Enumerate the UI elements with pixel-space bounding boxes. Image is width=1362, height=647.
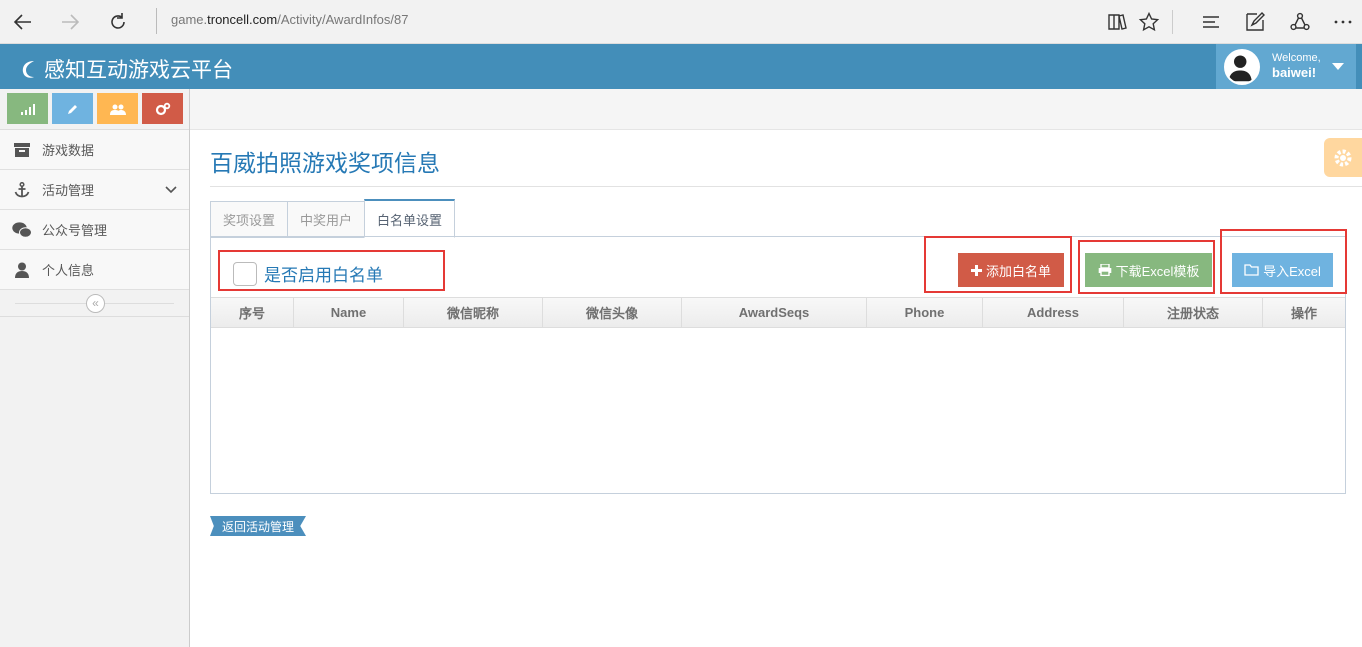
highlight-box-download bbox=[1078, 240, 1215, 294]
url-separator bbox=[156, 8, 157, 34]
settings-gear-icon[interactable] bbox=[1324, 138, 1362, 177]
sidebar-item-label: 活动管理 bbox=[42, 183, 95, 198]
refresh-icon[interactable] bbox=[105, 9, 131, 35]
column-header[interactable]: 微信头像 bbox=[543, 298, 682, 327]
column-header[interactable]: 微信昵称 bbox=[404, 298, 543, 327]
column-header[interactable]: Address bbox=[983, 298, 1124, 327]
forward-arrow-icon[interactable] bbox=[57, 9, 83, 35]
welcome-text: Welcome, bbox=[1272, 52, 1321, 64]
sidebar-item-personal-info[interactable]: 个人信息 bbox=[0, 250, 189, 290]
favorite-star-icon[interactable] bbox=[1136, 9, 1162, 35]
back-to-activity-button[interactable]: 返回活动管理 bbox=[210, 516, 306, 536]
back-arrow-icon[interactable] bbox=[10, 9, 36, 35]
leaf-logo-icon bbox=[22, 61, 34, 78]
breadcrumb bbox=[190, 89, 1362, 130]
table-header: 序号 Name 微信昵称 微信头像 AwardSeqs Phone Addres… bbox=[211, 297, 1345, 328]
chevron-down-icon bbox=[165, 183, 177, 198]
caret-down-icon bbox=[1332, 63, 1344, 70]
column-header[interactable]: 注册状态 bbox=[1124, 298, 1263, 327]
column-header[interactable]: Name bbox=[294, 298, 404, 327]
column-header[interactable]: AwardSeqs bbox=[682, 298, 867, 327]
hub-icon[interactable] bbox=[1198, 9, 1224, 35]
archive-icon bbox=[12, 142, 32, 157]
page-title: 百威拍照游戏奖项信息 bbox=[210, 150, 440, 176]
pencil-icon[interactable] bbox=[52, 93, 93, 124]
brand[interactable]: 感知互动游戏云平台 bbox=[20, 54, 233, 84]
title-divider bbox=[210, 186, 1362, 187]
users-icon[interactable] bbox=[97, 93, 138, 124]
sidebar-item-official-account[interactable]: 公众号管理 bbox=[0, 210, 189, 250]
tab-whitelist-settings[interactable]: 白名单设置 bbox=[364, 199, 456, 238]
highlight-box-checkbox bbox=[218, 250, 445, 291]
sidebar-item-label: 公众号管理 bbox=[42, 223, 108, 238]
reading-view-icon[interactable] bbox=[1104, 9, 1130, 35]
highlight-box-import bbox=[1220, 229, 1347, 294]
share-icon[interactable] bbox=[1287, 9, 1313, 35]
column-header[interactable]: Phone bbox=[867, 298, 983, 327]
sidebar-collapse: « bbox=[0, 290, 189, 317]
app-header: 感知互动游戏云平台 Welcome, baiwei! bbox=[0, 44, 1362, 89]
highlight-box-add bbox=[924, 236, 1072, 293]
web-note-icon[interactable] bbox=[1242, 9, 1268, 35]
sidebar-item-activity-management[interactable]: 活动管理 bbox=[0, 170, 189, 210]
sidebar-shortcuts bbox=[0, 89, 189, 130]
cogs-icon[interactable] bbox=[142, 93, 183, 124]
column-header[interactable]: 序号 bbox=[211, 298, 294, 327]
user-icon bbox=[12, 262, 32, 278]
toolbar-separator bbox=[1172, 10, 1173, 34]
wechat-icon bbox=[12, 221, 32, 238]
avatar bbox=[1224, 49, 1260, 85]
anchor-icon bbox=[12, 181, 32, 198]
sidebar-item-label: 个人信息 bbox=[42, 263, 95, 278]
brand-title: 感知互动游戏云平台 bbox=[44, 59, 233, 82]
username: baiwei! bbox=[1272, 65, 1317, 80]
column-header[interactable]: 操作 bbox=[1263, 298, 1345, 327]
double-chevron-left-icon[interactable]: « bbox=[86, 294, 105, 313]
tab-award-settings[interactable]: 奖项设置 bbox=[210, 201, 288, 238]
address-bar[interactable]: game.troncell.com/Activity/AwardInfos/87 bbox=[171, 12, 408, 27]
user-menu[interactable]: Welcome, baiwei! bbox=[1216, 44, 1356, 89]
sidebar-item-game-data[interactable]: 游戏数据 bbox=[0, 130, 189, 170]
sidebar-item-label: 游戏数据 bbox=[42, 143, 95, 158]
sidebar: 游戏数据 活动管理 公众号管理 个人信息 « bbox=[0, 89, 190, 647]
browser-toolbar: game.troncell.com/Activity/AwardInfos/87 bbox=[0, 0, 1362, 44]
tab-bar: 奖项设置 中奖用户 白名单设置 bbox=[210, 199, 456, 238]
signal-icon[interactable] bbox=[7, 93, 48, 124]
more-icon[interactable] bbox=[1330, 9, 1356, 35]
tab-winning-users[interactable]: 中奖用户 bbox=[287, 201, 365, 238]
